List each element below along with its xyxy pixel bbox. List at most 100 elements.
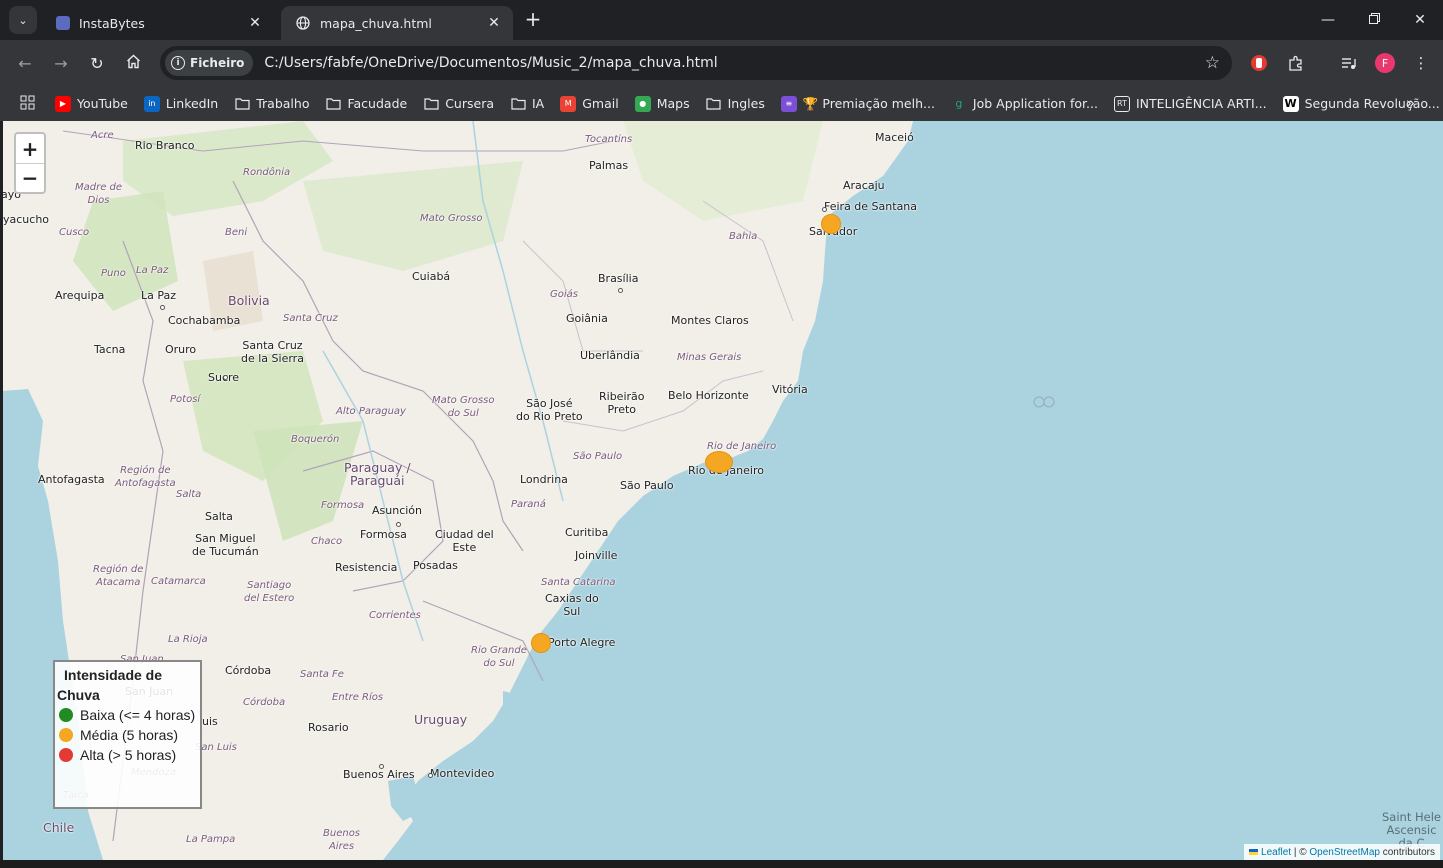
bookmarks-list: ▶ YouTube in LinkedIn Trabalho Facudade Curser… — [55, 95, 1443, 112]
legend-label: Média (5 horas) — [80, 727, 179, 743]
zoom-in-button[interactable]: + — [16, 134, 44, 163]
map-label-cochabamba: Cochabamba — [168, 314, 241, 327]
map-label-santa-fe: Santa Fe — [300, 669, 344, 680]
rain-intensity-legend: Intensidade de Chuva Baixa (<= 4 horas) … — [53, 660, 202, 809]
map-label-corrientes: Corrientes — [369, 610, 421, 621]
bookmark-label: Job Application for... — [972, 96, 1098, 111]
map-label-uis: uis — [202, 715, 218, 728]
restore-button[interactable] — [1351, 0, 1397, 40]
bookmark-label: 🏆 Premiação melh... — [802, 95, 935, 111]
tab-mapa-chuva[interactable]: mapa_chuva.html ✕ — [281, 6, 513, 40]
map-label-paraguay: Paraguay / Paraguái — [344, 460, 411, 488]
bookmark-maps[interactable]: ● Maps — [634, 95, 690, 112]
map-label-cusco: Cusco — [59, 227, 90, 238]
reload-button[interactable]: ↻ — [83, 49, 111, 77]
map-label-chaco: Chaco — [311, 536, 343, 547]
map-label-madre-de-dios: Madre de Dios — [75, 182, 123, 206]
attribution-separator: | © — [1291, 846, 1310, 858]
new-tab-button[interactable]: + — [521, 8, 545, 32]
tab-search-button[interactable]: ⌄ — [9, 6, 37, 34]
map-label-asuncion: Asunción — [372, 504, 423, 517]
bookmark-ingles[interactable]: Ingles — [706, 96, 765, 112]
map-label-mato-grosso-sul: Mato Grosso do Sul — [432, 395, 495, 419]
city-dot-icon — [428, 773, 433, 778]
window-close-button[interactable]: ✕ — [1397, 0, 1443, 40]
map-label-buenos-aires: Buenos Aires — [343, 768, 415, 781]
map-label-posadas: Posadas — [413, 559, 458, 572]
city-dot-icon — [223, 375, 228, 380]
bookmark-label: Maps — [656, 96, 690, 111]
rain-marker-rio-de-janeiro[interactable] — [705, 451, 733, 473]
map-label-montevideo: Montevideo — [430, 767, 495, 780]
legend-item-baixa: Baixa (<= 4 horas) — [57, 705, 198, 725]
map-label-alto-paraguay: Alto Paraguay — [336, 406, 406, 417]
bookmark-intelig-ncia-arti[interactable]: RT INTELIGÊNCIA ARTI... — [1113, 95, 1267, 112]
map-label-boqueron: Boquerón — [291, 434, 340, 445]
media-controls-icon[interactable] — [1337, 51, 1361, 75]
bookmark-job-application-for[interactable]: g Job Application for... — [951, 96, 1098, 112]
city-dot-icon — [822, 207, 827, 212]
map-label-vitoria: Vitória — [772, 383, 808, 396]
bookmark-star-icon[interactable]: ☆ — [1205, 53, 1220, 73]
map-label-formosa-prov: Formosa — [321, 500, 365, 511]
bookmark-gmail[interactable]: M Gmail — [560, 95, 619, 112]
map-label-uberlandia: Uberlândia — [580, 349, 640, 362]
bookmark-trabalho[interactable]: Trabalho — [234, 96, 309, 112]
rain-marker-porto-alegre[interactable] — [531, 633, 551, 653]
bookmark-cursera[interactable]: Cursera — [423, 96, 494, 112]
bookmark-facudade[interactable]: Facudade — [325, 96, 407, 112]
forward-arrow-icon: → — [54, 53, 68, 73]
minimize-icon: — — [1321, 12, 1335, 28]
address-bar[interactable]: i Ficheiro C:/Users/fabfe/OneDrive/Docum… — [160, 46, 1232, 80]
map-label-sao-jose: São José do Rio Preto — [516, 397, 583, 423]
osm-link[interactable]: OpenStreetMap — [1309, 847, 1380, 858]
zoom-control: + − — [14, 132, 46, 194]
map-label-uruguay: Uruguay — [414, 712, 468, 727]
zoom-out-button[interactable]: − — [16, 163, 44, 192]
leaflet-link[interactable]: Leaflet — [1261, 847, 1291, 858]
minimize-button[interactable]: — — [1305, 0, 1351, 40]
map-label-la-rioja: La Rioja — [168, 634, 208, 645]
linkedin-icon: in — [143, 95, 160, 112]
map-label-ayacucho: yacucho — [3, 213, 50, 226]
back-arrow-icon: ← — [18, 53, 32, 73]
map-label-santiago-estero: Santiago del Estero — [244, 580, 295, 604]
chevron-double-right-icon[interactable]: » — [1406, 94, 1415, 112]
url-text[interactable]: C:/Users/fabfe/OneDrive/Documentos/Music… — [264, 55, 717, 71]
tab-strip: ⌄ InstaBytes ✕ mapa_chuva.html ✕ + — ✕ — [0, 0, 1443, 40]
map-label-puno: Puno — [101, 268, 126, 279]
map-label-montes-claros: Montes Claros — [671, 314, 749, 327]
maps-icon: ● — [634, 95, 651, 112]
extensions-puzzle-icon[interactable] — [1284, 51, 1308, 75]
adblock-extension-icon[interactable] — [1247, 51, 1271, 75]
site-info-chip[interactable]: i Ficheiro — [165, 50, 254, 76]
profile-avatar[interactable]: F — [1375, 53, 1395, 73]
back-button[interactable]: ← — [11, 49, 39, 77]
home-button[interactable] — [119, 49, 147, 77]
apps-button[interactable] — [20, 95, 35, 113]
legend-label: Alta (> 5 horas) — [80, 747, 177, 763]
more-menu-icon[interactable]: ⋮ — [1409, 51, 1433, 75]
bookmark-label: Ingles — [727, 96, 765, 111]
toolbar: ← → ↻ i Ficheiro C:/Users/fabfe/OneDrive… — [0, 40, 1443, 86]
map-label-santa-cruz-dept: Santa Cruz — [283, 313, 338, 324]
instabytes-favicon-icon — [56, 16, 70, 30]
bookmark-segunda-revolu-o[interactable]: W Segunda Revolução... — [1282, 95, 1440, 112]
map-label-mato-grosso: Mato Grosso — [420, 213, 483, 224]
forward-button[interactable]: → — [47, 49, 75, 77]
bookmark-linkedin[interactable]: in LinkedIn — [143, 95, 218, 112]
map-label-bolivia: Bolivia — [228, 293, 270, 308]
close-icon[interactable]: ✕ — [485, 14, 503, 32]
map-label-catamarca: Catamarca — [151, 576, 206, 587]
bookmark-ia[interactable]: IA — [510, 96, 544, 112]
green-dot-icon — [59, 708, 73, 722]
leaflet-map[interactable]: Acre Rio Branco Rondônia Madre de Dios ayo ya… — [3, 121, 1443, 860]
bookmark-label: Cursera — [445, 96, 494, 111]
map-label-feira: Feira de Santana — [824, 200, 918, 213]
bookmark-youtube[interactable]: ▶ YouTube — [55, 95, 128, 112]
rain-marker-salvador[interactable] — [821, 214, 841, 234]
tab-instabytes[interactable]: InstaBytes ✕ — [42, 6, 274, 40]
close-icon[interactable]: ✕ — [246, 14, 264, 32]
legend-title: Intensidade de Chuva — [57, 667, 163, 703]
bookmark-premia-o-melh[interactable]: ≡ 🏆 Premiação melh... — [780, 95, 935, 112]
